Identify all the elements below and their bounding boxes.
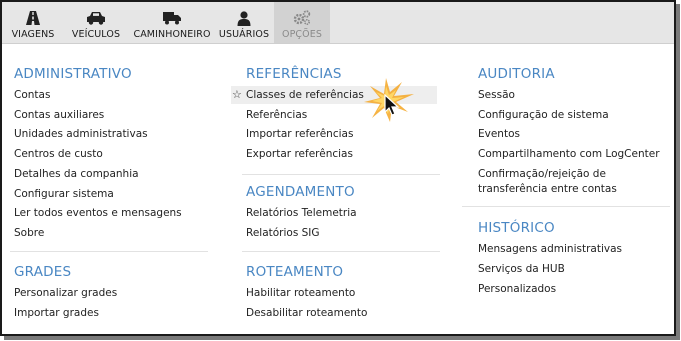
divider <box>242 174 440 175</box>
menu-item-ler-todos-eventos[interactable]: Ler todos eventos e mensagens <box>14 207 182 220</box>
menu-item-desabilitar-roteamento[interactable]: Desabilitar roteamento <box>246 307 367 320</box>
toolbar-usuarios-button[interactable]: USUÁRIOS <box>218 2 270 43</box>
toolbar-usuarios-label: USUÁRIOS <box>218 29 270 40</box>
section-title-historico: HISTÓRICO <box>478 220 555 236</box>
menu-item-confirmacao-rejeicao[interactable]: Confirmação/rejeição de <box>478 168 606 181</box>
section-title-roteamento: ROTEAMENTO <box>246 264 344 280</box>
toolbar-opcoes-button[interactable]: OPÇÕES <box>274 2 330 43</box>
toolbar-caminhoneiro-button[interactable]: CAMINHONEIRO <box>132 2 212 43</box>
menu-item-sessao[interactable]: Sessão <box>478 89 515 102</box>
divider <box>242 251 440 252</box>
menu-item-detalhes-da-companhia[interactable]: Detalhes da companhia <box>14 168 139 181</box>
section-title-agendamento: AGENDAMENTO <box>246 184 355 200</box>
toolbar-caminhoneiro-label: CAMINHONEIRO <box>133 29 211 40</box>
mouse-cursor-icon <box>384 94 400 116</box>
menu-item-habilitar-roteamento[interactable]: Habilitar roteamento <box>246 287 355 300</box>
menu-item-confirmacao-rejeicao-line2[interactable]: transferência entre contas <box>478 183 617 196</box>
divider <box>10 251 208 252</box>
toolbar-opcoes-label: OPÇÕES <box>282 29 322 40</box>
menu-item-personalizar-grades[interactable]: Personalizar grades <box>14 287 117 300</box>
menu-item-personalizados[interactable]: Personalizados <box>478 283 556 296</box>
menu-item-classes-de-referencias[interactable]: Classes de referências <box>246 89 364 102</box>
menu-item-servicos-da-hub[interactable]: Serviços da HUB <box>478 263 565 276</box>
menu-item-relatorios-sig[interactable]: Relatórios SIG <box>246 227 320 240</box>
toolbar-veiculos-button[interactable]: VEÍCULOS <box>68 2 124 43</box>
menu-item-exportar-referencias[interactable]: Exportar referências <box>246 148 353 161</box>
menu-item-importar-referencias[interactable]: Importar referências <box>246 128 353 141</box>
user-icon <box>237 8 251 28</box>
menu-item-relatorios-telemetria[interactable]: Relatórios Telemetria <box>246 207 357 220</box>
menu-item-contas[interactable]: Contas <box>14 89 50 102</box>
window-shadow <box>676 4 680 340</box>
star-icon[interactable]: ☆ <box>232 88 242 101</box>
toolbar-viagens-label: VIAGENS <box>11 29 55 40</box>
toolbar-viagens-button[interactable]: VIAGENS <box>8 2 58 43</box>
menu-item-configurar-sistema[interactable]: Configurar sistema <box>14 188 114 201</box>
car-icon <box>86 8 106 28</box>
section-title-referencias: REFERÊNCIAS <box>246 66 342 82</box>
section-title-administrativo: ADMINISTRATIVO <box>14 66 132 82</box>
top-toolbar: VIAGENS VEÍCULOS CAMINHONEIRO USUÁRIOS O… <box>2 2 674 44</box>
section-title-grades: GRADES <box>14 264 72 280</box>
truck-icon <box>163 8 181 28</box>
menu-item-importar-grades[interactable]: Importar grades <box>14 307 99 320</box>
menu-item-centros-de-custo[interactable]: Centros de custo <box>14 148 103 161</box>
road-icon <box>25 8 41 28</box>
menu-item-mensagens-administrativas[interactable]: Mensagens administrativas <box>478 243 622 256</box>
options-window: VIAGENS VEÍCULOS CAMINHONEIRO USUÁRIOS O… <box>0 0 676 336</box>
toolbar-veiculos-label: VEÍCULOS <box>71 29 121 40</box>
menu-item-eventos[interactable]: Eventos <box>478 128 520 141</box>
menu-item-referencias[interactable]: Referências <box>246 109 307 122</box>
menu-item-contas-auxiliares[interactable]: Contas auxiliares <box>14 109 104 122</box>
menu-item-compartilhamento-logcenter[interactable]: Compartilhamento com LogCenter <box>478 148 660 161</box>
menu-item-unidades-administrativas[interactable]: Unidades administrativas <box>14 128 148 141</box>
menu-item-sobre[interactable]: Sobre <box>14 227 44 240</box>
divider <box>462 206 670 207</box>
window-shadow <box>4 336 680 340</box>
menu-item-configuracao-de-sistema[interactable]: Configuração de sistema <box>478 109 609 122</box>
section-title-auditoria: AUDITORIA <box>478 66 555 82</box>
gears-icon <box>293 8 311 28</box>
